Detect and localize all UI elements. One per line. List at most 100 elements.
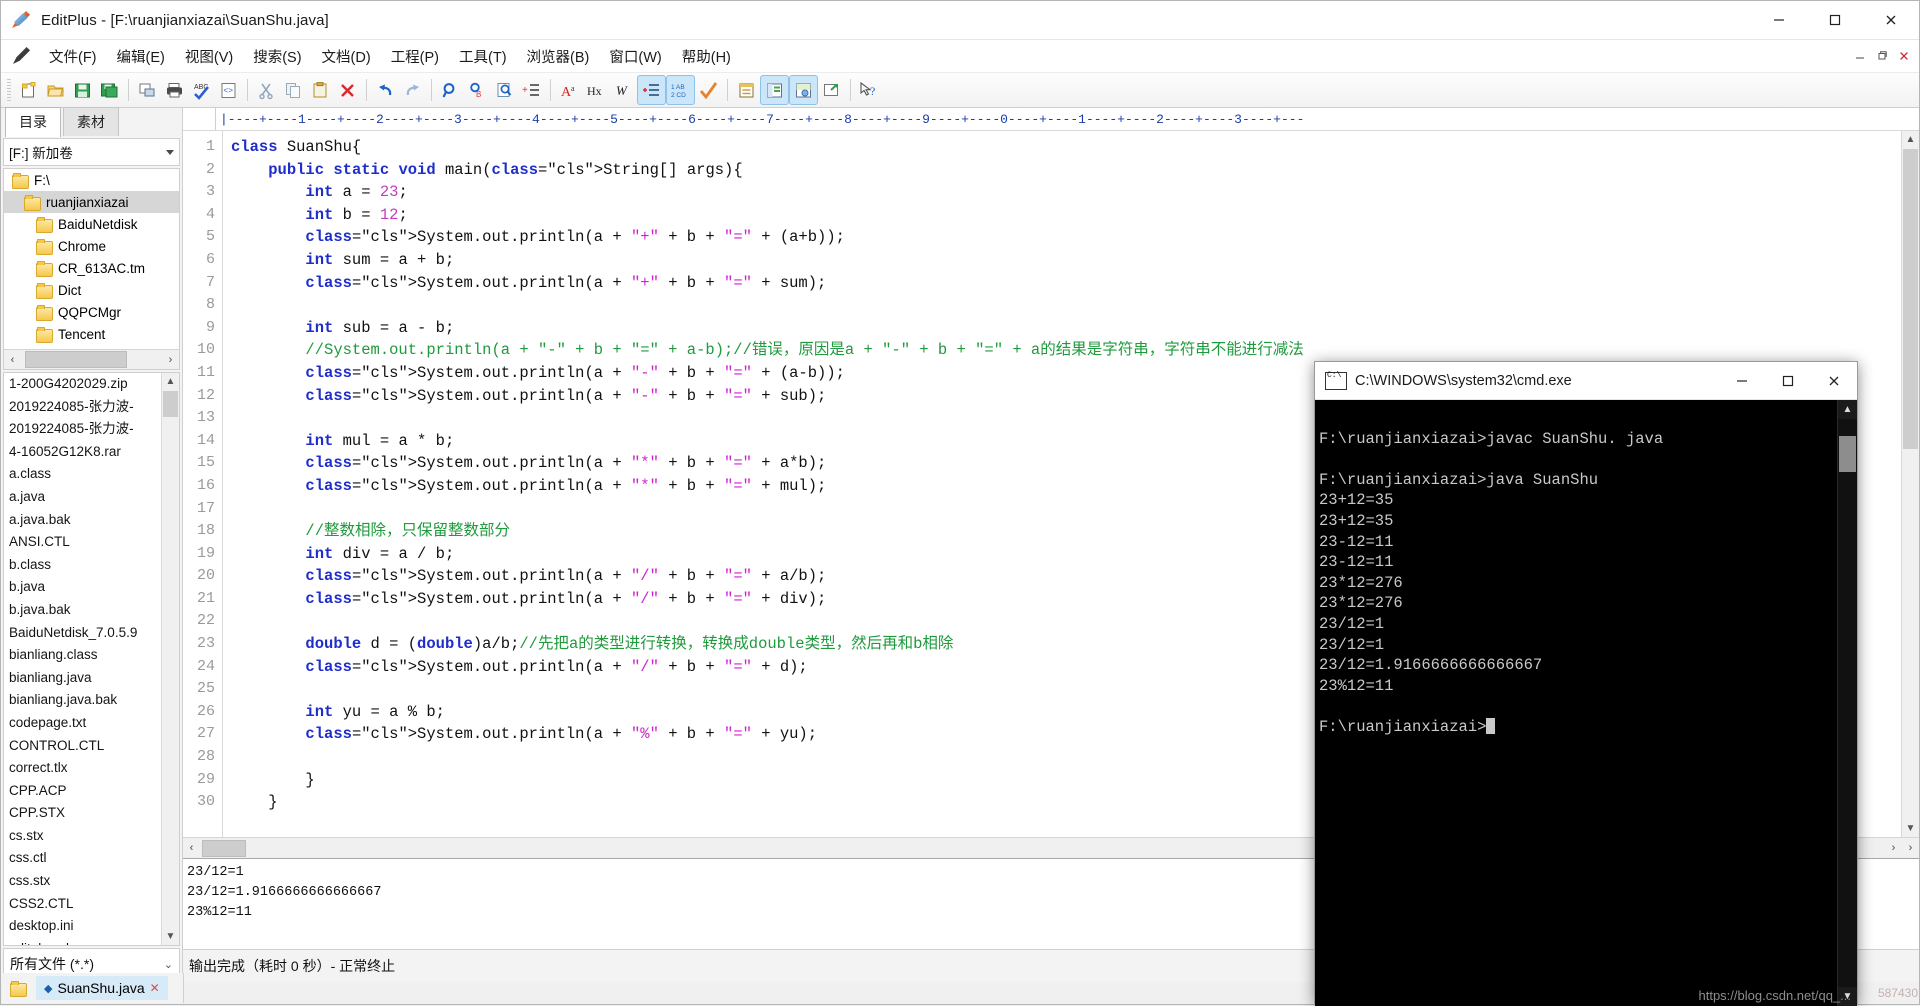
list-item[interactable]: a.class — [4, 463, 179, 486]
tree-node[interactable]: Tencent — [4, 323, 179, 345]
tree-node[interactable]: Dict — [4, 279, 179, 301]
list-item[interactable]: correct.tlx — [4, 757, 179, 780]
close-button[interactable] — [1863, 1, 1919, 39]
output-window-icon[interactable] — [789, 75, 818, 105]
list-item[interactable]: a.java.bak — [4, 509, 179, 532]
editor-vertical-scrollbar[interactable]: ▲ ▼ — [1901, 131, 1919, 837]
list-item[interactable]: cs.stx — [4, 825, 179, 848]
list-item[interactable]: b.class — [4, 554, 179, 577]
new-file-icon[interactable] — [15, 76, 42, 104]
scroll-right-icon[interactable]: › — [1885, 840, 1902, 857]
code-line[interactable]: public static void main(class="cls">Stri… — [223, 159, 1901, 182]
paste-icon[interactable] — [307, 76, 334, 104]
scroll-up-icon[interactable]: ▲ — [1902, 131, 1919, 148]
delete-icon[interactable] — [334, 76, 361, 104]
cmd-close-button[interactable] — [1811, 362, 1857, 399]
maximize-button[interactable] — [1807, 1, 1863, 39]
tree-node[interactable]: BaiduNetdisk — [4, 213, 179, 235]
list-item[interactable]: bianliang.class — [4, 644, 179, 667]
scroll-left-icon[interactable]: ‹ — [4, 351, 21, 368]
file-list[interactable]: 1-200G4202029.zip 2019224085-张力波- 20192240… — [3, 372, 180, 946]
full-screen-icon[interactable] — [818, 76, 845, 104]
menu-help[interactable]: 帮助(H) — [673, 42, 740, 71]
list-item[interactable]: 2019224085-张力波- — [4, 418, 179, 441]
tree-horizontal-scrollbar[interactable]: ‹ › — [4, 349, 179, 369]
folder-tree[interactable]: F:\ ruanjianxiazai BaiduNetdisk Chrome CR_61… — [3, 168, 180, 370]
doc-close-button[interactable] — [1893, 43, 1915, 69]
code-line[interactable]: int sum = a + b; — [223, 249, 1901, 272]
tree-node[interactable]: CR_613AC.tm — [4, 257, 179, 279]
editor-scroll-thumb[interactable] — [1903, 149, 1918, 449]
tree-node[interactable]: F:\ — [4, 169, 179, 191]
font-icon[interactable]: Aa — [556, 76, 583, 104]
file-scroll-thumb[interactable] — [163, 391, 178, 417]
tab-cliptext[interactable]: 素材 — [63, 107, 119, 136]
print-icon[interactable] — [161, 76, 188, 104]
open-file-tab[interactable]: ◆ SuanShu.java ✕ — [36, 976, 168, 1000]
list-item[interactable]: editplus.chm — [4, 938, 179, 945]
editor-hscroll-thumb[interactable] — [202, 839, 246, 857]
code-line[interactable]: int b = 12; — [223, 204, 1901, 227]
redo-icon[interactable] — [399, 76, 426, 104]
menu-document[interactable]: 文档(D) — [313, 42, 380, 71]
word-wrap-icon[interactable]: W — [610, 76, 637, 104]
list-item[interactable]: 2019224085-张力波- — [4, 396, 179, 419]
menu-edit[interactable]: 编辑(E) — [108, 42, 174, 71]
list-item[interactable]: desktop.ini — [4, 915, 179, 938]
scroll-right-end-icon[interactable]: › — [1902, 840, 1919, 857]
drive-selector[interactable]: [F:] 新加卷 — [3, 138, 180, 166]
save-file-icon[interactable] — [69, 76, 96, 104]
menu-file[interactable]: 文件(F) — [40, 42, 106, 71]
cut-icon[interactable] — [253, 76, 280, 104]
scroll-right-icon[interactable]: › — [162, 351, 179, 368]
tree-node[interactable]: ruanjianxiazai — [4, 191, 179, 213]
replace-icon[interactable]: B — [464, 76, 491, 104]
list-item[interactable]: b.java — [4, 576, 179, 599]
document-list-icon[interactable] — [733, 76, 760, 104]
goto-line-icon[interactable]: + — [518, 76, 545, 104]
scroll-left-icon[interactable]: ‹ — [183, 840, 200, 857]
list-item[interactable]: codepage.txt — [4, 712, 179, 735]
tree-node[interactable]: Chrome — [4, 235, 179, 257]
code-line[interactable] — [223, 294, 1901, 317]
scroll-down-icon[interactable]: ▼ — [1902, 820, 1919, 837]
menu-project[interactable]: 工程(P) — [382, 42, 448, 71]
tree-node[interactable]: QQPCMgr — [4, 301, 179, 323]
list-item[interactable]: CPP.STX — [4, 802, 179, 825]
list-item[interactable]: ANSI.CTL — [4, 531, 179, 554]
list-item[interactable]: a.java — [4, 486, 179, 509]
list-item[interactable]: bianliang.java — [4, 667, 179, 690]
toggle-case-icon[interactable]: 1 AB 2 CD — [666, 75, 695, 105]
code-line[interactable]: class="cls">System.out.println(a + "+" +… — [223, 272, 1901, 295]
tree-scroll-thumb[interactable] — [25, 351, 127, 368]
cmd-scroll-thumb[interactable] — [1839, 436, 1856, 472]
open-file-icon[interactable] — [42, 76, 69, 104]
find-in-files-icon[interactable] — [491, 76, 518, 104]
menu-view[interactable]: 视图(V) — [176, 42, 242, 71]
cmd-window[interactable]: C:\WINDOWS\system32\cmd.exe F:\ruanjianx… — [1314, 361, 1858, 1006]
toolbar-grip[interactable] — [7, 79, 11, 101]
list-item[interactable]: css.stx — [4, 870, 179, 893]
menu-search[interactable]: 搜索(S) — [244, 42, 310, 71]
code-line[interactable]: int a = 23; — [223, 181, 1901, 204]
print-preview-icon[interactable] — [134, 76, 161, 104]
save-all-icon[interactable] — [96, 76, 123, 104]
list-item[interactable]: 4-16052G12K8.rar — [4, 441, 179, 464]
list-item[interactable]: b.java.bak — [4, 599, 179, 622]
list-item[interactable]: CSS2.CTL — [4, 893, 179, 916]
copy-icon[interactable] — [280, 76, 307, 104]
context-help-icon[interactable]: ? — [856, 76, 883, 104]
list-item[interactable]: css.ctl — [4, 847, 179, 870]
hex-view-icon[interactable]: Hx — [583, 76, 610, 104]
html-tag-icon[interactable]: <> — [215, 76, 242, 104]
find-icon[interactable] — [437, 76, 464, 104]
scroll-up-icon[interactable]: ▲ — [1838, 400, 1857, 419]
indent-icon[interactable] — [637, 75, 666, 105]
cmd-minimize-button[interactable] — [1719, 362, 1765, 399]
menu-browser[interactable]: 浏览器(B) — [518, 42, 599, 71]
cmd-maximize-button[interactable] — [1765, 362, 1811, 399]
check-mark-icon[interactable] — [695, 76, 722, 104]
file-list-scrollbar[interactable]: ▲ ▼ — [161, 373, 179, 945]
cmd-console-body[interactable]: F:\ruanjianxiazai>javac SuanShu. java F:\… — [1315, 400, 1857, 1006]
doc-minimize-button[interactable] — [1849, 43, 1871, 69]
